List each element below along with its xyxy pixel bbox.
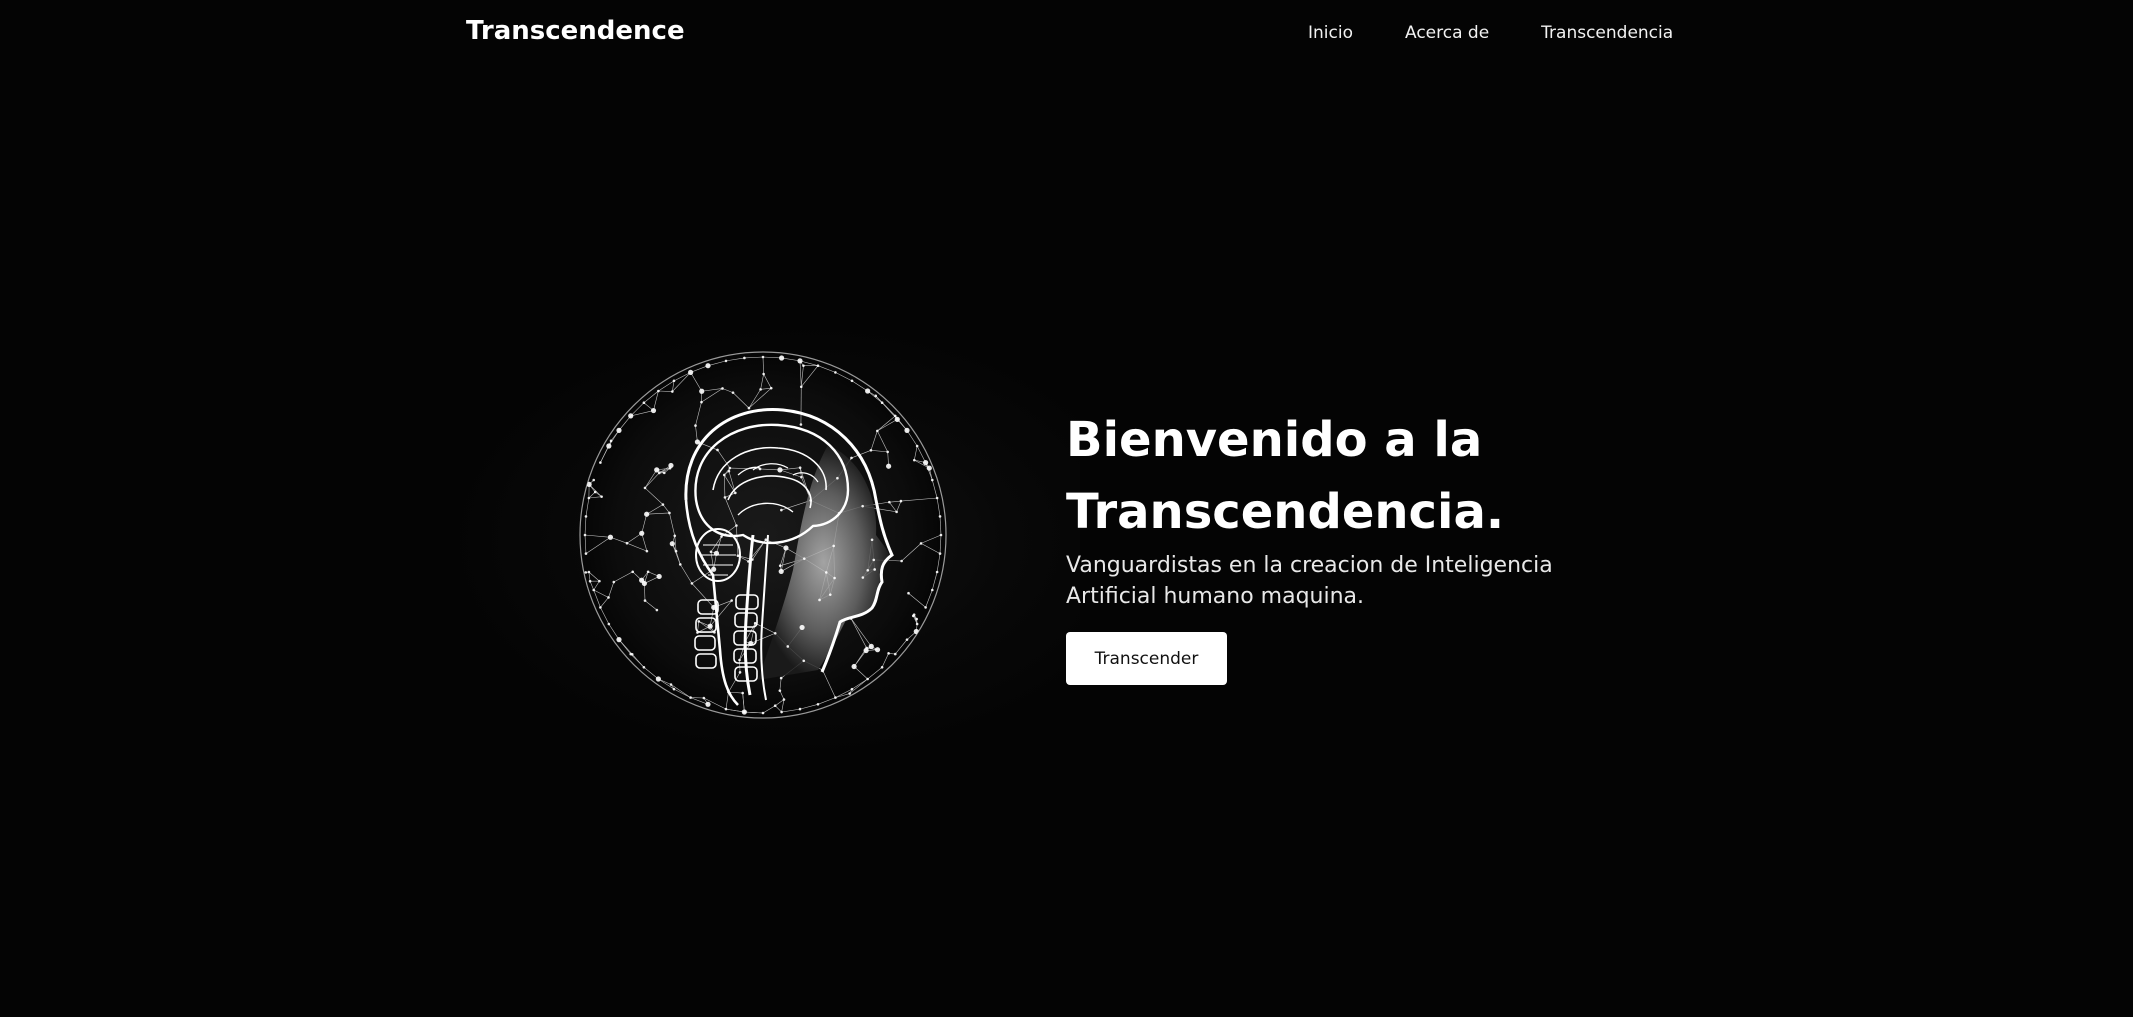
nav-item-transcendencia[interactable]: Transcendencia <box>1541 23 1673 43</box>
transcender-button[interactable]: Transcender <box>1066 632 1227 685</box>
site-header: Transcendence Inicio Acerca de Transcend… <box>0 0 2133 70</box>
brand-logo[interactable]: Transcendence <box>466 16 685 46</box>
hero-title-line-1: Bienvenido a la <box>1066 412 1483 468</box>
ai-head-network-image <box>579 351 947 719</box>
hero-title-line-2: Transcendencia. <box>1066 484 1505 540</box>
hero-subtitle: Vanguardistas en la creacion de Intelige… <box>1066 553 1553 609</box>
hero-text: Bienvenido a la Transcendencia. Vanguard… <box>1066 404 1666 612</box>
main-nav: Inicio Acerca de Transcendencia <box>1308 23 1673 43</box>
nav-item-acerca-de[interactable]: Acerca de <box>1405 23 1489 43</box>
hero-title: Bienvenido a la Transcendencia. <box>1066 404 1666 548</box>
nav-item-inicio[interactable]: Inicio <box>1308 23 1353 43</box>
page: Transcendence Inicio Acerca de Transcend… <box>0 0 2133 1017</box>
